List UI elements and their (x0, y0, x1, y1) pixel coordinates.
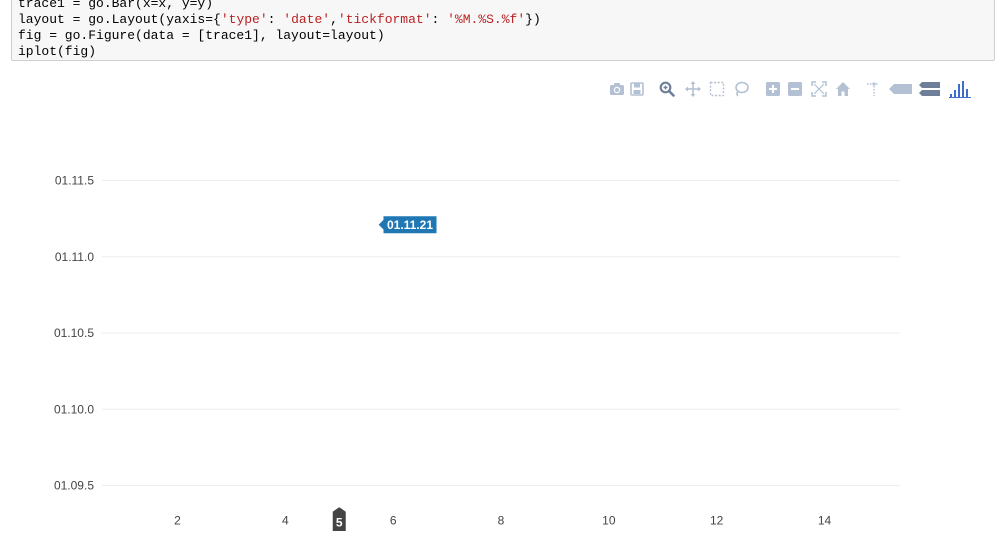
bar-chart[interactable]: 01.11.5 01.11.0 01.10.5 01.10.0 01.09.5 2 4 6 8… (0, 100, 1008, 550)
camera-icon[interactable] (608, 79, 626, 99)
x-tick-label: 6 (390, 514, 397, 528)
y-tick-label: 01.11.5 (55, 174, 94, 188)
x-tick-label: 4 (282, 514, 289, 528)
zoom-out-icon[interactable] (786, 79, 804, 99)
toggle-spike-lines-icon[interactable] (864, 79, 882, 99)
y-tick-label: 01.10.5 (54, 326, 94, 340)
reset-axes-icon[interactable] (834, 79, 852, 99)
zoom-icon[interactable] (658, 79, 676, 99)
plotly-modebar (608, 79, 988, 101)
y-gridlines (102, 180, 900, 486)
y-tick-label: 01.09.5 (54, 479, 94, 493)
autoscale-icon[interactable] (810, 79, 828, 99)
save-icon[interactable] (628, 79, 646, 99)
hover-x-label: 5 (336, 516, 343, 530)
code-line: trace1 = go.Bar(x=x, y=y) (18, 0, 214, 11)
zoom-in-icon[interactable] (764, 79, 782, 99)
x-tick-label: 2 (174, 514, 181, 528)
lasso-select-icon[interactable] (732, 79, 750, 99)
compare-hover-icon[interactable] (918, 79, 942, 99)
x-tick-label: 12 (710, 514, 724, 528)
hover-y-label: 01.11.21 (387, 218, 433, 232)
pan-icon[interactable] (684, 79, 702, 99)
y-tick-label: 01.11.0 (55, 250, 94, 264)
x-tick-label: 10 (602, 514, 616, 528)
y-axis-tick-labels: 01.11.5 01.11.0 01.10.5 01.10.0 01.09.5 (54, 174, 94, 493)
x-tick-label: 14 (818, 514, 832, 528)
show-closest-icon[interactable] (888, 79, 914, 99)
plotly-logo-icon[interactable] (948, 79, 972, 99)
hover-layer: 01.11.21 5 (331, 215, 438, 532)
y-tick-label: 01.10.0 (54, 402, 94, 416)
code-line: iplot(fig) (18, 44, 97, 59)
code-line: layout = go.Layout(yaxis={'type': 'date'… (18, 12, 541, 27)
box-select-icon[interactable] (708, 79, 726, 99)
code-line: fig = go.Figure(data = [trace1], layout=… (18, 28, 385, 43)
x-axis-tick-labels: 2 4 6 8 10 12 14 (174, 514, 831, 528)
x-tick-label: 8 (498, 514, 505, 528)
code-cell[interactable]: trace1 = go.Bar(x=x, y=y) layout = go.La… (11, 0, 995, 61)
